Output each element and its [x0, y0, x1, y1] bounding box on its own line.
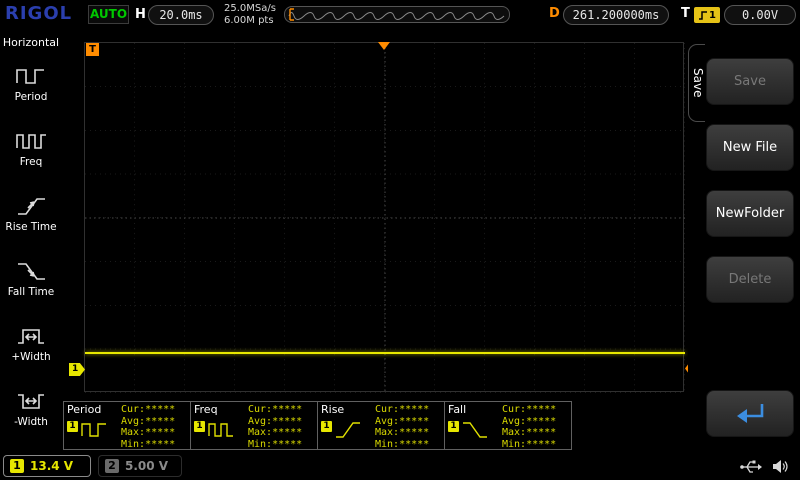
measure-menu-title: Horizontal: [0, 36, 62, 49]
trigger-source-badge[interactable]: 1: [694, 7, 720, 23]
return-arrow-icon: [729, 401, 771, 427]
rise-time-icon: [335, 420, 362, 440]
menu-item-label: Freq: [20, 156, 43, 168]
run-status-badge: AUTO: [88, 5, 129, 24]
menu-item-pos-width[interactable]: +Width: [0, 311, 62, 376]
usb-icon: [739, 458, 763, 475]
fall-time-icon: [462, 420, 489, 440]
graticule: [85, 43, 685, 393]
channel2-badge: 2: [105, 459, 119, 473]
delay-label: D: [549, 6, 560, 21]
menu-item-label: -Width: [14, 416, 48, 428]
channel1-badge: 1: [10, 459, 24, 473]
panel-channel-badge: 1: [67, 421, 78, 432]
new-file-button[interactable]: New File: [706, 124, 794, 171]
menu-item-label: +Width: [11, 351, 50, 363]
menu-item-neg-width[interactable]: -Width: [0, 376, 62, 441]
new-folder-button[interactable]: NewFolder: [706, 190, 794, 237]
back-button[interactable]: [706, 390, 794, 437]
menu-item-freq[interactable]: Freq: [0, 116, 62, 181]
rise-time-icon: [15, 195, 47, 218]
panel-channel-badge: 1: [321, 421, 332, 432]
period-measurement-panel: Period 1 Cur:***** Avg:***** Max:***** M…: [63, 401, 191, 450]
channel1-trace: [85, 352, 685, 354]
channel1-scale: 13.4 V: [30, 459, 73, 473]
fall-measurement-panel: Fall 1 Cur:***** Avg:***** Max:***** Min…: [444, 401, 572, 450]
channel2-status[interactable]: 2 5.00 V: [98, 455, 182, 477]
measurement-panels: Period 1 Cur:***** Avg:***** Max:***** M…: [63, 401, 571, 450]
sample-rate: 25.0MSa/s: [224, 3, 276, 15]
frequency-icon: [15, 130, 47, 153]
panel-channel-badge: 1: [448, 421, 459, 432]
channel-status-bar: 1 13.4 V 2 5.00 V: [0, 452, 800, 480]
period-icon: [81, 420, 108, 440]
delay-value[interactable]: 261.200000ms: [563, 5, 669, 25]
measure-menu: Horizontal Period Freq Rise Time Fall Ti…: [0, 30, 62, 452]
oscilloscope-screen: RIGOL AUTO H 20.0ms 25.0MSa/s 6.00M pts …: [0, 0, 800, 480]
panel-statistics: Cur:***** Avg:***** Max:***** Min:*****: [248, 404, 302, 450]
minus-width-icon: [15, 390, 47, 413]
rise-measurement-panel: Rise 1 Cur:***** Avg:***** Max:***** Min…: [317, 401, 445, 450]
save-menu: Save Save New File NewFolder Delete: [688, 30, 800, 480]
menu-item-label: Rise Time: [5, 221, 56, 233]
trigger-locked-indicator: T: [86, 43, 99, 56]
freq-measurement-panel: Freq 1 Cur:***** Avg:***** Max:***** Min…: [190, 401, 318, 450]
save-button[interactable]: Save: [706, 58, 794, 105]
waveform-display: [84, 42, 684, 392]
delete-button[interactable]: Delete: [706, 256, 794, 303]
panel-statistics: Cur:***** Avg:***** Max:***** Min:*****: [121, 404, 175, 450]
menu-item-label: Period: [15, 91, 48, 103]
memory-depth: 6.00M pts: [224, 15, 276, 27]
panel-statistics: Cur:***** Avg:***** Max:***** Min:*****: [502, 404, 556, 450]
panel-title: Fall: [448, 403, 466, 416]
period-icon: [15, 65, 47, 88]
trigger-label: T: [681, 6, 690, 21]
panel-title: Freq: [194, 403, 218, 416]
fall-time-icon: [15, 260, 47, 283]
panel-channel-badge: 1: [194, 421, 205, 432]
trigger-position-marker[interactable]: [378, 42, 390, 50]
speaker-icon: [771, 458, 790, 475]
trigger-source-number: 1: [709, 10, 716, 21]
trigger-level-value[interactable]: 0.00V: [724, 5, 796, 25]
rigol-logo: RIGOL: [5, 3, 72, 24]
menu-tab-save: Save: [688, 44, 705, 122]
menu-item-label: Fall Time: [8, 286, 54, 298]
menu-item-fall-time[interactable]: Fall Time: [0, 246, 62, 311]
menu-item-rise-time[interactable]: Rise Time: [0, 181, 62, 246]
frequency-icon: [208, 420, 235, 440]
channel1-ground-marker[interactable]: 1: [69, 363, 85, 376]
channel1-status[interactable]: 1 13.4 V: [3, 455, 91, 477]
memory-waveform-icon: [285, 7, 509, 22]
horizontal-label: H: [135, 7, 146, 22]
panel-statistics: Cur:***** Avg:***** Max:***** Min:*****: [375, 404, 429, 450]
waveform-memory-preview[interactable]: [284, 6, 510, 23]
menu-item-period[interactable]: Period: [0, 51, 62, 116]
timebase-value[interactable]: 20.0ms: [148, 5, 214, 25]
plus-width-icon: [15, 325, 47, 348]
top-status-bar: RIGOL AUTO H 20.0ms 25.0MSa/s 6.00M pts …: [0, 0, 800, 30]
channel2-scale: 5.00 V: [125, 459, 168, 473]
trigger-edge-icon: [698, 10, 708, 21]
panel-title: Period: [67, 403, 101, 416]
system-icons: [739, 458, 790, 475]
acquisition-info: 25.0MSa/s 6.00M pts: [224, 3, 276, 27]
panel-title: Rise: [321, 403, 344, 416]
